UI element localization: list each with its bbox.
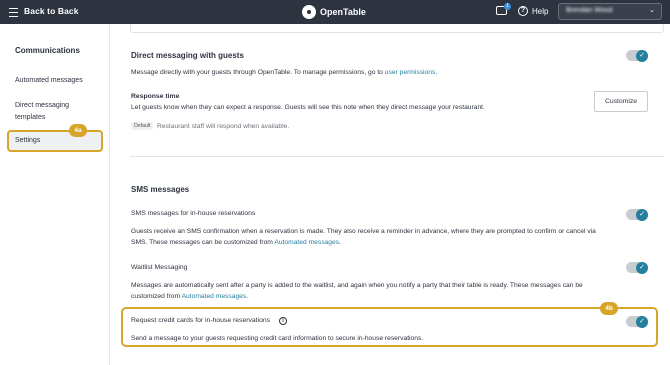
user-menu-dropdown[interactable]: Brendan Wood ⌄	[558, 3, 662, 20]
punctuation: .	[339, 239, 341, 246]
credit-card-toggle[interactable]: ✓	[626, 315, 648, 328]
credit-card-description: Send a message to your guests requesting…	[131, 335, 424, 342]
response-time-description: Let guests know when they can expect a r…	[131, 104, 485, 111]
direct-messaging-toggle[interactable]: ✓	[626, 49, 648, 62]
annotation-badge-4a: 4a	[69, 124, 87, 137]
description-text: SMS. These messages can be customized fr…	[131, 239, 273, 246]
top-bar: Back to Back OpenTable 1 ? Help Brendan …	[0, 0, 670, 24]
direct-messaging-title: Direct messaging with guests	[131, 51, 244, 60]
card-edge	[130, 24, 664, 33]
check-icon: ✓	[639, 52, 645, 59]
sms-inhouse-toggle[interactable]: ✓	[626, 208, 648, 221]
info-icon[interactable]: i	[279, 317, 287, 325]
description-text: customized from	[131, 293, 181, 300]
sidebar-item-direct-messaging-templates[interactable]: Direct messaging templates	[15, 100, 85, 124]
sms-inhouse-description-2: SMS. These messages can be customized fr…	[131, 237, 341, 248]
help-link[interactable]: Help	[532, 7, 548, 16]
automated-messages-link[interactable]: Automated messages	[182, 293, 247, 300]
punctuation: .	[246, 293, 249, 300]
section-divider	[130, 156, 664, 157]
sidebar-title: Communications	[15, 46, 80, 55]
messages-count-badge: 1	[504, 3, 511, 10]
chevron-down-icon: ⌄	[649, 7, 655, 14]
default-tag: Default	[131, 122, 154, 130]
check-icon: ✓	[639, 318, 645, 325]
user-permissions-link[interactable]: user permissions	[385, 69, 436, 76]
user-name: Brendan Wood	[566, 7, 613, 14]
response-time-label: Response time	[131, 93, 180, 100]
opentable-logo-icon	[302, 5, 316, 19]
waitlist-toggle[interactable]: ✓	[626, 261, 648, 274]
default-response-text: Restaurant staff will respond when avail…	[157, 123, 290, 130]
check-icon: ✓	[639, 211, 645, 218]
hamburger-menu-icon[interactable]	[9, 5, 18, 19]
waitlist-label: Waitlist Messaging	[131, 264, 188, 271]
direct-messaging-description: Message directly with your guests throug…	[131, 67, 437, 78]
settings-panel: Direct messaging with guests ✓ Message d…	[110, 24, 670, 365]
sms-inhouse-description: Guests receive an SMS confirmation when …	[131, 228, 596, 235]
punctuation: .	[435, 69, 438, 76]
credit-card-label: Request credit cards for in-house reserv…	[131, 317, 271, 324]
back-link[interactable]: Back to Back	[24, 6, 79, 16]
sms-inhouse-label: SMS messages for in-house reservations	[131, 210, 256, 217]
help-icon[interactable]: ?	[518, 6, 528, 16]
logo-text: OpenTable	[320, 7, 366, 17]
description-text: Message directly with your guests throug…	[131, 69, 383, 76]
annotation-badge-4b: 4b	[600, 302, 618, 315]
sidebar-item-label: Settings	[15, 137, 41, 144]
sms-section-title: SMS messages	[131, 185, 190, 194]
customize-button[interactable]: Customize	[594, 91, 648, 112]
sidebar: Communications Automated messages Direct…	[0, 24, 110, 365]
sidebar-item-settings[interactable]: Settings	[7, 130, 103, 152]
waitlist-description: Messages are automatically sent after a …	[131, 282, 583, 289]
waitlist-description-2: customized from Automated messages.	[131, 291, 248, 302]
automated-messages-link[interactable]: Automated messages	[274, 239, 339, 246]
sidebar-item-automated-messages[interactable]: Automated messages	[15, 75, 83, 87]
check-icon: ✓	[639, 264, 645, 271]
